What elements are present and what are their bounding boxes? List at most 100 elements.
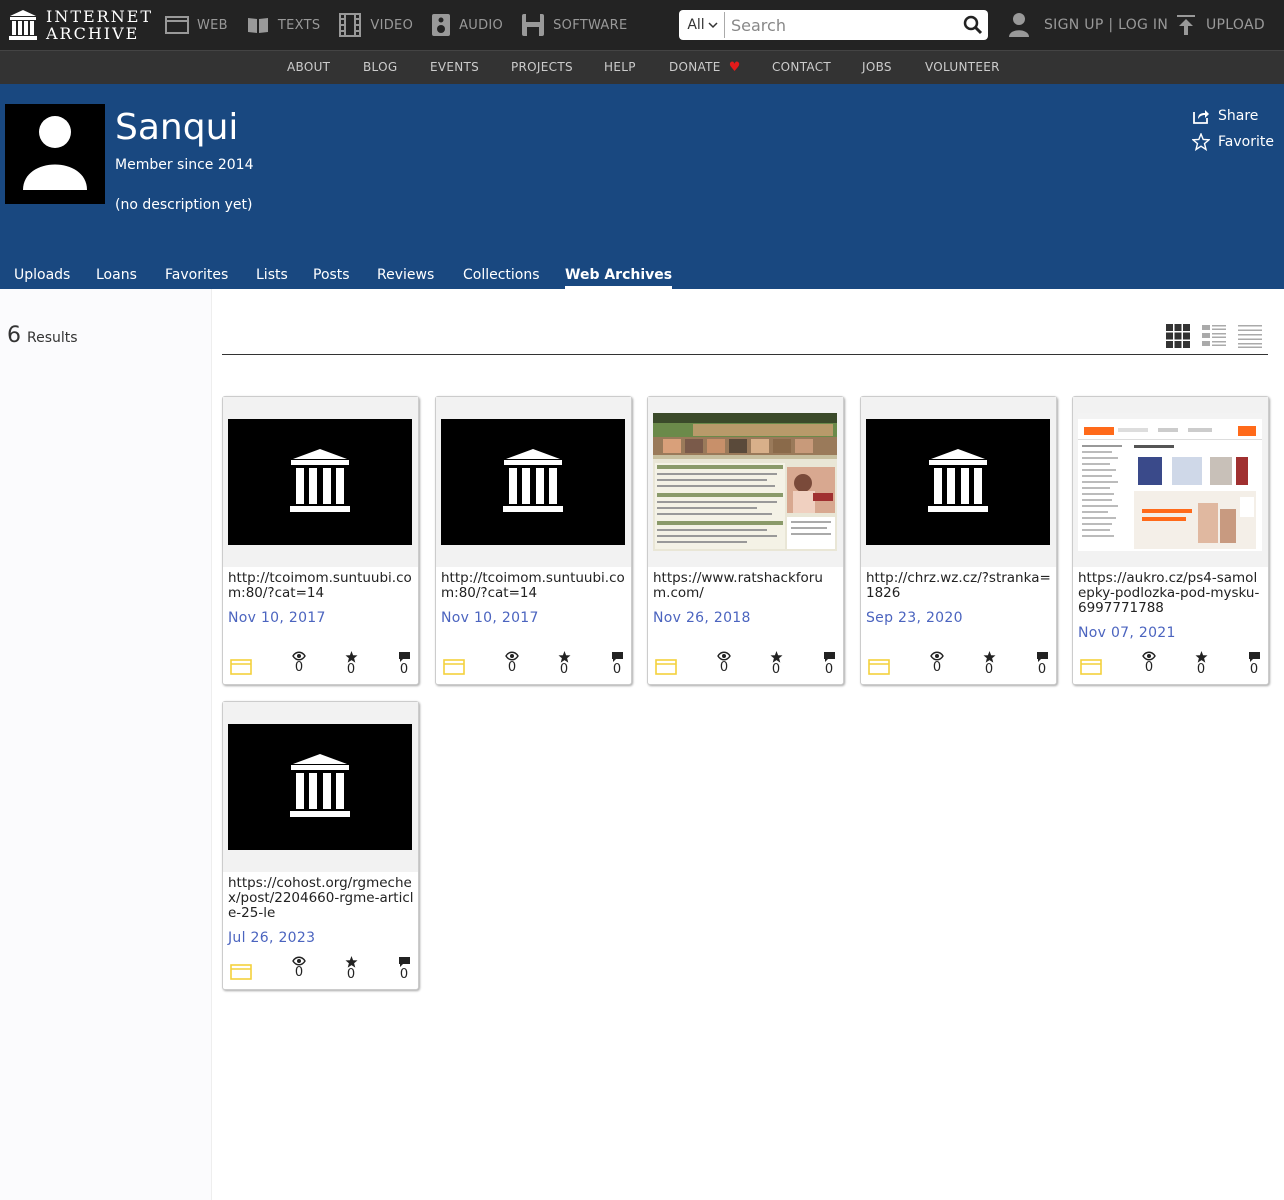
subnav-volunteer[interactable]: VOLUNTEER (925, 51, 1000, 84)
media-web-label: WEB (197, 17, 228, 33)
reviews-count: 0 (824, 662, 834, 677)
card-thumbnail-area (223, 397, 418, 567)
tab-loans[interactable]: Loans (96, 265, 137, 289)
favorites-count: 0 (984, 662, 994, 677)
views-stat: 0 (497, 651, 527, 675)
search-scope-select[interactable]: All (681, 12, 725, 38)
video-icon (339, 13, 362, 37)
archive-placeholder-icon (503, 449, 563, 512)
card-date: Nov 07, 2021 (1078, 625, 1176, 641)
views-count: 0 (294, 965, 304, 980)
list-detail-view-icon[interactable] (1202, 324, 1226, 348)
subnav-projects[interactable]: PROJECTS (511, 51, 573, 84)
result-card[interactable]: https://www.ratshackforum.com/ Nov 26, 2… (647, 396, 844, 685)
media-web[interactable]: WEB (165, 0, 228, 50)
media-software[interactable]: SOFTWARE (521, 0, 627, 50)
tab-favorites[interactable]: Favorites (165, 265, 228, 289)
reviews-stat: 0 (1239, 651, 1269, 677)
archive-placeholder-icon (290, 449, 350, 512)
card-title[interactable]: http://chrz.wz.cz/?stranka=1826 (866, 571, 1052, 601)
tab-lists[interactable]: Lists (256, 265, 288, 289)
subnav-contact[interactable]: CONTACT (772, 51, 831, 84)
favorites-stat: 0 (336, 651, 366, 677)
card-title[interactable]: https://www.ratshackforum.com/ (653, 571, 839, 601)
media-video-label: VIDEO (370, 17, 414, 33)
card-title[interactable]: http://tcoimom.suntuubi.com:80/?cat=14 (228, 571, 414, 601)
card-stats: 0 0 0 (223, 956, 418, 988)
media-video[interactable]: VIDEO (338, 0, 413, 50)
archive-placeholder-icon (290, 754, 350, 817)
share-button[interactable]: Share (1192, 108, 1258, 124)
subnav-donate-label: DONATE (669, 60, 721, 74)
web-archive-type-icon (1080, 659, 1102, 675)
media-audio[interactable]: AUDIO (431, 0, 503, 50)
search-button[interactable] (958, 12, 988, 38)
subnav-jobs[interactable]: JOBS (862, 51, 892, 84)
search-scope-value: All (687, 17, 705, 33)
results-divider (222, 354, 1268, 355)
tab-posts[interactable]: Posts (313, 265, 350, 289)
favorites-count: 0 (771, 662, 781, 677)
favorites-count: 0 (346, 662, 356, 677)
card-thumbnail (228, 419, 412, 545)
card-thumbnail-area (861, 397, 1056, 567)
favorites-stat: 0 (549, 651, 579, 677)
card-title[interactable]: http://tcoimom.suntuubi.com:80/?cat=14 (441, 571, 627, 601)
favorites-stat: 0 (761, 651, 791, 677)
heart-icon: ♥ (728, 60, 741, 75)
web-archive-type-icon (230, 659, 252, 675)
subnav-help[interactable]: HELP (604, 51, 636, 84)
reviews-count: 0 (612, 662, 622, 677)
tab-collections[interactable]: Collections (463, 265, 540, 289)
avatar (5, 104, 105, 204)
results-main: http://tcoimom.suntuubi.com:80/?cat=14 N… (212, 289, 1284, 1200)
reviews-count: 0 (1249, 662, 1259, 677)
web-archive-type-icon (230, 964, 252, 980)
web-archive-type-icon (655, 659, 677, 675)
list-compact-view-icon[interactable] (1238, 324, 1262, 348)
member-since: Member since 2014 (115, 157, 254, 173)
card-title[interactable]: https://aukro.cz/ps4-samolepky-podlozka-… (1078, 571, 1264, 616)
upload-button[interactable]: UPLOAD (1176, 0, 1265, 50)
views-stat: 0 (1134, 651, 1164, 675)
reviews-count: 0 (1037, 662, 1047, 677)
favorite-button[interactable]: Favorite (1192, 133, 1274, 151)
media-texts[interactable]: TEXTS (246, 0, 321, 50)
card-thumbnail (866, 419, 1050, 545)
star-outline-icon (1192, 133, 1210, 151)
texts-icon (247, 18, 268, 33)
user-icon[interactable] (1008, 12, 1030, 38)
tab-reviews[interactable]: Reviews (377, 265, 434, 289)
tile-view-icon[interactable] (1166, 324, 1190, 348)
favorite-label: Favorite (1218, 134, 1274, 150)
favorites-stat: 0 (974, 651, 1004, 677)
card-stats: 0 0 0 (223, 651, 418, 683)
subnav-donate[interactable]: DONATE ♥ (669, 51, 741, 84)
subnav-about[interactable]: ABOUT (287, 51, 330, 84)
default-user-avatar-icon (23, 116, 87, 190)
profile-name: Sanqui (115, 107, 239, 148)
favorites-stat: 0 (1186, 651, 1216, 677)
signup-login-link[interactable]: SIGN UP | LOG IN (1044, 17, 1168, 33)
card-thumbnail (1078, 413, 1262, 551)
result-card[interactable]: https://cohost.org/rgmechex/post/2204660… (222, 701, 419, 990)
subnav-blog[interactable]: BLOG (363, 51, 397, 84)
result-card[interactable]: https://aukro.cz/ps4-samolepky-podlozka-… (1072, 396, 1269, 685)
card-stats: 0 0 0 (436, 651, 631, 683)
card-title[interactable]: https://cohost.org/rgmechex/post/2204660… (228, 876, 414, 921)
card-thumbnail (653, 413, 837, 551)
internet-archive-logo[interactable]: INTERNET ARCHIVE (8, 8, 153, 42)
card-date: Nov 26, 2018 (653, 610, 751, 626)
archive-building-icon (9, 10, 37, 40)
result-card[interactable]: http://tcoimom.suntuubi.com:80/?cat=14 N… (222, 396, 419, 685)
media-audio-label: AUDIO (459, 17, 504, 33)
search-input[interactable] (725, 12, 958, 38)
result-card[interactable]: http://tcoimom.suntuubi.com:80/?cat=14 N… (435, 396, 632, 685)
tab-web-archives[interactable]: Web Archives (565, 265, 673, 289)
subnav-events[interactable]: EVENTS (430, 51, 479, 84)
tab-uploads[interactable]: Uploads (14, 265, 70, 289)
card-thumbnail (441, 419, 625, 545)
upload-icon (1177, 15, 1195, 35)
favorites-count: 0 (346, 967, 356, 982)
result-card[interactable]: http://chrz.wz.cz/?stranka=1826 Sep 23, … (860, 396, 1057, 685)
